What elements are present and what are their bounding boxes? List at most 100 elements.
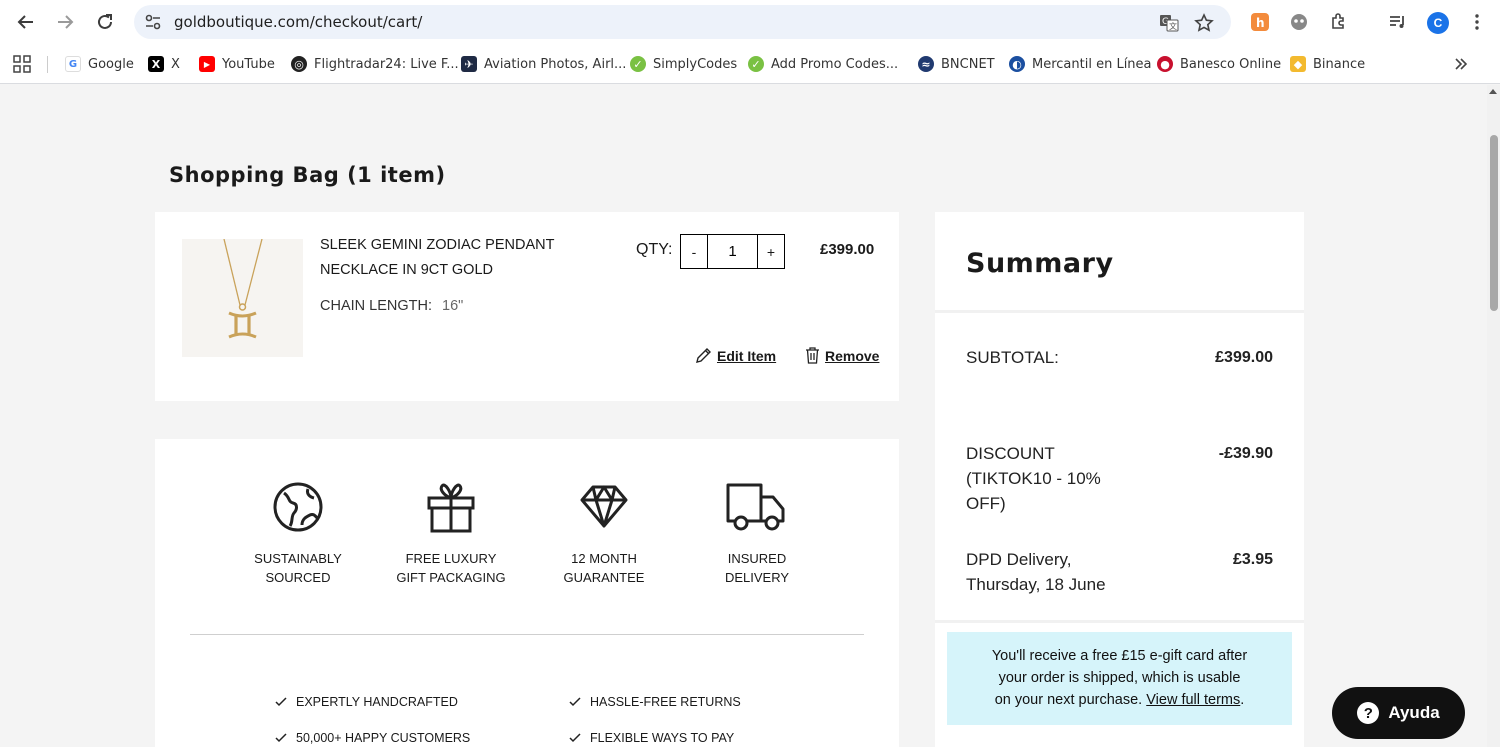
delivery-label-line: DPD Delivery, <box>966 550 1072 569</box>
remove-item-label: Remove <box>825 347 880 364</box>
scroll-up-arrow-icon[interactable] <box>1489 89 1497 94</box>
bookmark-binance[interactable]: ◆ Binance <box>1290 54 1365 74</box>
bookmark-google[interactable]: G Google <box>65 54 134 74</box>
product-image[interactable] <box>182 238 303 357</box>
summary-divider <box>935 310 1304 313</box>
more-bookmarks-chevron-icon[interactable] <box>1453 54 1469 74</box>
scrollbar-thumb[interactable] <box>1490 135 1498 311</box>
perk-item: EXPERTLY HANDCRAFTED <box>275 695 458 709</box>
check-icon <box>569 697 581 707</box>
gemini-pendant-image <box>223 238 263 339</box>
simplycodes-icon: ✓ <box>630 56 646 72</box>
feature-line1: 12 MONTH <box>571 551 637 566</box>
discount-value: -£39.90 <box>1218 445 1273 462</box>
summary-divider <box>935 620 1304 623</box>
qty-decrease-button[interactable]: - <box>681 235 708 268</box>
globe-icon <box>273 482 323 532</box>
media-control-icon[interactable] <box>1388 12 1408 32</box>
qty-label: QTY: <box>636 241 673 258</box>
bookmark-label: Binance <box>1313 56 1366 72</box>
youtube-icon: ▶ <box>199 56 215 72</box>
help-label: Ayuda <box>1388 703 1440 722</box>
profile-avatar[interactable]: C <box>1427 12 1449 34</box>
bookmark-youtube[interactable]: ▶ YouTube <box>199 54 275 74</box>
gift-icon <box>427 483 475 533</box>
check-icon <box>275 697 287 707</box>
back-button[interactable] <box>13 9 39 35</box>
reload-button[interactable] <box>92 9 118 35</box>
bookmark-mercantil[interactable]: ◐ Mercantil en Línea <box>1009 54 1152 74</box>
browser-toolbar: goldboutique.com/checkout/cart/ G文 h C <box>0 0 1500 44</box>
perk-item: FLEXIBLE WAYS TO PAY <box>569 731 734 745</box>
browser-menu-icon[interactable] <box>1467 12 1487 32</box>
forward-button[interactable] <box>52 9 78 35</box>
checkout-cart-page: Shopping Bag (1 item) SLEEK GEMINI ZODIA… <box>0 85 1487 747</box>
reload-icon <box>98 14 112 29</box>
edit-item-button[interactable]: Edit Item <box>695 347 776 364</box>
bookmark-add-promo-codes[interactable]: ✓ Add Promo Codes... <box>748 54 898 74</box>
discount-label: DISCOUNT (TIKTOK10 - 10% OFF) <box>966 441 1101 516</box>
discount-row: DISCOUNT (TIKTOK10 - 10% OFF) -£39.90 <box>966 441 1273 521</box>
option-value: 16" <box>442 298 464 314</box>
qty-increase-button[interactable]: + <box>757 235 784 268</box>
remove-item-button[interactable]: Remove <box>805 347 879 364</box>
pencil-icon <box>696 348 711 363</box>
feature-line2: GIFT PACKAGING <box>396 570 506 585</box>
quantity-stepper: - + <box>680 234 785 269</box>
bookmark-label: Mercantil en Línea <box>1032 56 1152 72</box>
benefits-card: SUSTAINABLY SOURCED FREE LUXURY GIFT PACKA… <box>155 439 899 747</box>
bookmark-x[interactable]: X X <box>148 54 180 74</box>
feature-sustainably-sourced: SUSTAINABLY SOURCED <box>223 481 373 587</box>
bookmark-banesco[interactable]: ● Banesco Online <box>1157 54 1281 74</box>
benefits-divider <box>190 634 864 635</box>
qty-input[interactable] <box>708 235 757 268</box>
help-chat-button[interactable]: ? Ayuda <box>1332 687 1465 739</box>
page-scrollbar[interactable] <box>1487 85 1500 747</box>
bookmark-simplycodes[interactable]: ✓ SimplyCodes <box>630 54 737 74</box>
summary-title: Summary <box>966 248 1114 279</box>
extensions-puzzle-icon[interactable] <box>1329 12 1349 32</box>
simplycodes-icon: ✓ <box>748 56 764 72</box>
bookmark-star-icon[interactable] <box>1194 13 1214 33</box>
binance-icon: ◆ <box>1290 56 1306 72</box>
bookmark-flightradar[interactable]: ◎ Flightradar24: Live F... <box>291 54 459 74</box>
bookmark-label: YouTube <box>222 56 275 72</box>
bookmark-label: Google <box>88 56 134 72</box>
apps-grid-icon[interactable] <box>13 54 31 74</box>
bookmark-label: BNCNET <box>941 56 995 72</box>
forward-arrow-icon <box>58 15 74 29</box>
back-arrow-icon <box>17 15 33 29</box>
feature-line2: GUARANTEE <box>563 570 645 585</box>
address-bar[interactable]: goldboutique.com/checkout/cart/ G文 <box>134 5 1231 39</box>
bookmark-aviation-photos[interactable]: ✈ Aviation Photos, Airl... <box>461 54 626 74</box>
bncnet-icon: ≈ <box>918 56 934 72</box>
svg-text:h: h <box>1256 16 1265 30</box>
extension-mask-icon[interactable] <box>1289 12 1309 32</box>
diamond-icon <box>580 485 628 528</box>
url-text[interactable]: goldboutique.com/checkout/cart/ <box>174 13 422 31</box>
gift-card-notice: You'll receive a free £15 e-gift card af… <box>947 632 1292 725</box>
profile-initial: C <box>1433 16 1443 30</box>
subtotal-value: £399.00 <box>1215 349 1273 366</box>
aviation-photos-icon: ✈ <box>461 56 477 72</box>
bookmark-bncnet[interactable]: ≈ BNCNET <box>918 54 995 74</box>
help-question-icon: ? <box>1357 702 1380 724</box>
extension-orange-icon[interactable]: h <box>1250 12 1270 32</box>
perk-label: HASSLE-FREE RETURNS <box>590 695 741 709</box>
product-name[interactable]: SLEEK GEMINI ZODIAC PENDANT NECKLACE IN … <box>320 233 600 283</box>
bookmark-label: X <box>171 56 180 72</box>
delivery-label-line: Thursday, 18 June <box>966 575 1106 594</box>
discount-label-line: DISCOUNT <box>966 444 1055 463</box>
feature-line2: SOURCED <box>265 570 331 585</box>
site-settings-icon[interactable] <box>144 13 162 31</box>
mercantil-icon: ◐ <box>1009 56 1025 72</box>
translate-icon[interactable]: G文 <box>1159 13 1179 33</box>
cart-item-card: SLEEK GEMINI ZODIAC PENDANT NECKLACE IN … <box>155 212 899 401</box>
bookmark-label: Add Promo Codes... <box>771 56 899 72</box>
delivery-label: DPD Delivery, Thursday, 18 June <box>966 547 1106 597</box>
view-full-terms-link[interactable]: View full terms <box>1146 692 1240 708</box>
gift-note-line: on your next purchase. <box>994 692 1143 708</box>
perk-item: HASSLE-FREE RETURNS <box>569 695 741 709</box>
bookmark-label: Aviation Photos, Airl... <box>484 56 627 72</box>
item-price: £399.00 <box>820 241 875 258</box>
